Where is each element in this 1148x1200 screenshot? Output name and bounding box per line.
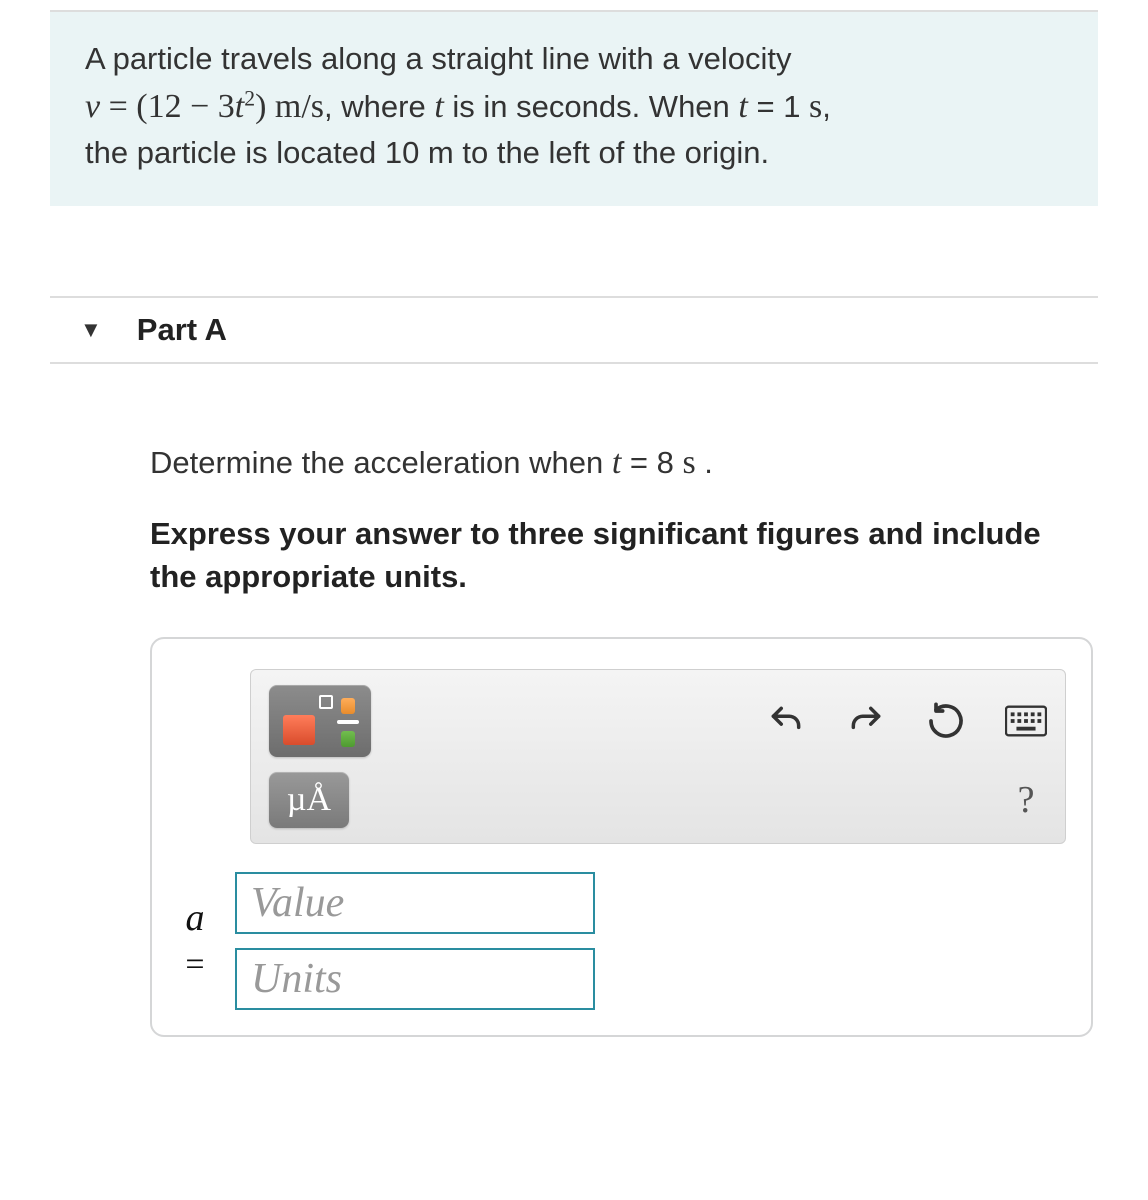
prob-s: s: [809, 88, 822, 125]
toolbar-left-1: [269, 685, 371, 757]
prob-2b: is in seconds. When: [444, 89, 739, 124]
prob-2d: ,: [822, 89, 831, 124]
toolbar-right-2: ?: [1005, 778, 1047, 822]
units-symbols-button[interactable]: µÅ: [269, 772, 349, 828]
eq-open: (12 − 3: [136, 88, 235, 125]
keyboard-button[interactable]: [1005, 700, 1047, 742]
prompt-t: t: [612, 444, 621, 481]
prompt-2: = 8: [621, 445, 682, 480]
problem-line1: A particle travels along a straight line…: [85, 41, 791, 76]
prompt-s: s: [682, 444, 695, 481]
toolbar-row-2: µÅ ?: [269, 772, 1047, 828]
toolbar-right-1: [765, 700, 1047, 742]
variable-label: a =: [180, 898, 210, 983]
prob-2c: = 1: [748, 89, 809, 124]
help-button[interactable]: ?: [1005, 778, 1047, 822]
eq-unit: m/s: [275, 88, 324, 125]
part-a-body: Determine the acceleration when t = 8 s …: [150, 439, 1093, 1036]
templates-icon: [281, 695, 359, 747]
value-input[interactable]: [235, 872, 595, 934]
toolbar: µÅ ?: [250, 669, 1066, 844]
problem-line3: the particle is located 10 m to the left…: [85, 135, 769, 170]
mu-glyph: µ: [287, 781, 307, 818]
eq-equals: =: [100, 88, 136, 125]
prob-t2: t: [738, 88, 747, 125]
problem-statement: A particle travels along a straight line…: [50, 12, 1098, 206]
angstrom-glyph: Å: [307, 781, 332, 818]
reset-icon: [926, 701, 966, 741]
prompt-1: Determine the acceleration when: [150, 445, 612, 480]
eq-v: v: [85, 88, 100, 125]
keyboard-icon: [1005, 705, 1047, 737]
variable-a: a: [180, 898, 210, 940]
undo-icon: [767, 702, 805, 740]
prompt-3: .: [696, 445, 713, 480]
prob-2a: , where: [324, 89, 434, 124]
eq-close: ): [255, 88, 275, 125]
undo-button[interactable]: [765, 700, 807, 742]
eq-t: t: [235, 88, 244, 125]
part-title: Part A: [137, 312, 227, 348]
value-area: a =: [180, 872, 1071, 1010]
redo-icon: [847, 702, 885, 740]
equals-label: =: [180, 946, 210, 983]
prob-t1: t: [434, 88, 443, 125]
part-a-header[interactable]: ▼ Part A: [50, 296, 1098, 364]
instruction-text: Express your answer to three significant…: [150, 512, 1093, 599]
toolbar-row-1: [269, 685, 1047, 757]
prompt-text: Determine the acceleration when t = 8 s …: [150, 439, 1093, 487]
input-stack: [235, 872, 595, 1010]
templates-button[interactable]: [269, 685, 371, 757]
reset-button[interactable]: [925, 700, 967, 742]
units-input[interactable]: [235, 948, 595, 1010]
answer-box: µÅ ? a =: [150, 637, 1093, 1037]
page-container: A particle travels along a straight line…: [0, 10, 1148, 1037]
redo-button[interactable]: [845, 700, 887, 742]
collapse-icon: ▼: [80, 317, 102, 343]
toolbar-left-2: µÅ: [269, 772, 349, 828]
eq-sup: 2: [244, 87, 255, 111]
